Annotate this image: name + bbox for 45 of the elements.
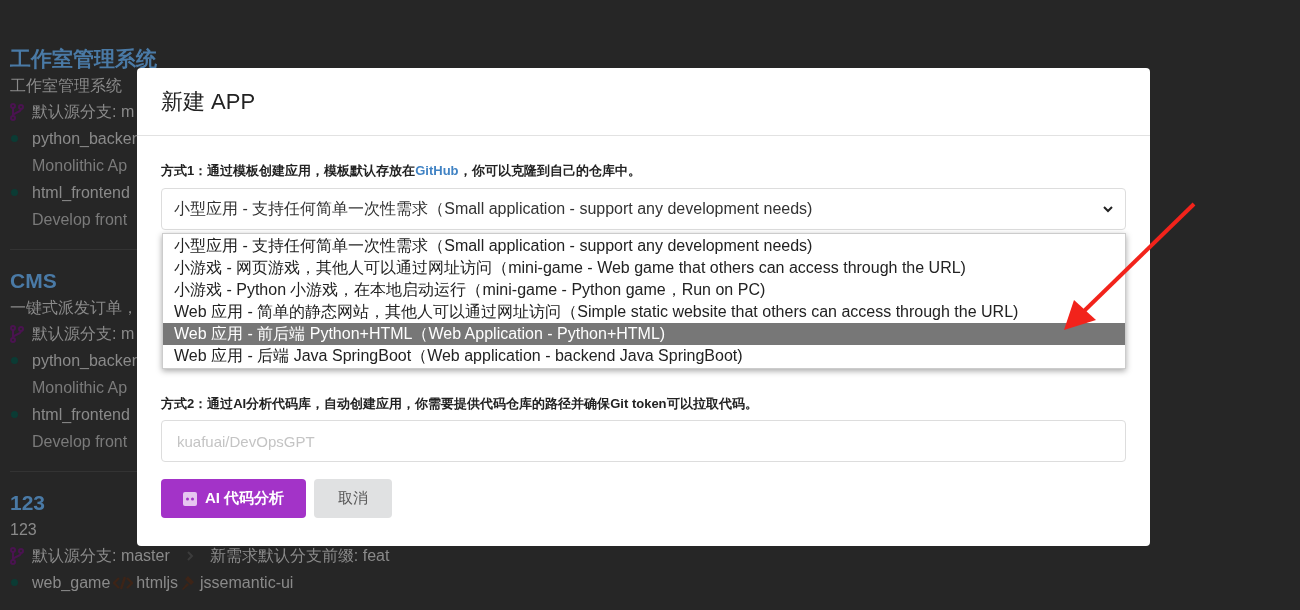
select-option[interactable]: 小游戏 - 网页游戏，其他人可以通过网址访问（mini-game - Web game that others can access through the URL)	[163, 257, 1125, 279]
branch-text: 默认源分支: m	[32, 324, 135, 344]
branch-icon	[10, 324, 24, 343]
select-option[interactable]: Web 应用 - 后端 Java SpringBoot（Web application - backend Java SpringBoot)	[163, 345, 1125, 367]
select-option[interactable]: 小型应用 - 支持任何简单一次性需求（Small application - support any development needs)	[163, 235, 1125, 257]
service-name: html_frontend	[32, 405, 130, 425]
repo-input[interactable]: kuafuai/DevOpsGPT	[161, 420, 1126, 462]
bullet-icon	[11, 411, 18, 418]
service-detail: Develop front	[32, 210, 128, 230]
select-option[interactable]: 小游戏 - Python 小游戏，在本地启动运行（mini-game - Python game，Run on PC)	[163, 279, 1125, 301]
project-description: 工作室管理系统	[10, 76, 122, 96]
service-detail: Develop front	[32, 432, 128, 452]
method-label: 方式1：通过模板创建应用，模板默认存放在GitHub，你可以克隆到自己的仓库中。	[161, 162, 642, 180]
service-detail: Monolithic Ap	[32, 378, 128, 398]
method-label: 方式2：通过AI分析代码库，自动创建应用，你需要提供代码仓库的路径并确保Git token可以拉取代码。	[161, 395, 759, 413]
language-text: htmljs	[136, 573, 179, 593]
project-title: CMS	[10, 268, 57, 294]
branch-text: 默认源分支: master	[32, 546, 170, 566]
template-select[interactable]: 小型应用 - 支持任何简单一次性需求（Small application - support any development needs)	[161, 188, 1126, 230]
branch-icon	[10, 546, 24, 565]
chevron-down-icon	[1103, 205, 1113, 213]
cancel-button[interactable]: 取消	[314, 479, 393, 518]
branch-prefix-text: 新需求默认分支前缀: feat	[209, 546, 390, 566]
ai-analyze-button[interactable]: AI 代码分析	[161, 479, 307, 518]
service-detail: Monolithic Ap	[32, 156, 128, 176]
project-description: 123	[10, 520, 37, 540]
branch-text: 默认源分支: m	[32, 102, 135, 122]
robot-icon	[183, 491, 197, 506]
bullet-icon	[11, 357, 18, 364]
bullet-icon	[11, 579, 18, 586]
select-option[interactable]: Web 应用 - 前后端 Python+HTML（Web Application - Python+HTML)	[163, 323, 1125, 345]
branch-icon	[10, 102, 24, 121]
bullet-icon	[11, 135, 18, 142]
select-option[interactable]: Web 应用 - 简单的静态网站，其他人可以通过网址访问（Simple static website that others can access through the URL)	[163, 301, 1125, 323]
github-link[interactable]: GitHub	[415, 163, 459, 178]
project-description: 一键式派发订单，	[10, 298, 138, 318]
modal-title: 新建 APP	[161, 88, 256, 116]
project-title: 123	[10, 490, 46, 516]
service-name: python_backer	[32, 351, 137, 371]
service-name: python_backer	[32, 129, 137, 149]
service-name: html_frontend	[32, 183, 130, 203]
project-title: 工作室管理系统	[10, 46, 157, 72]
service-name: web_game	[32, 573, 111, 593]
framework-text: jssemantic-ui	[200, 573, 294, 593]
bullet-icon	[11, 189, 18, 196]
